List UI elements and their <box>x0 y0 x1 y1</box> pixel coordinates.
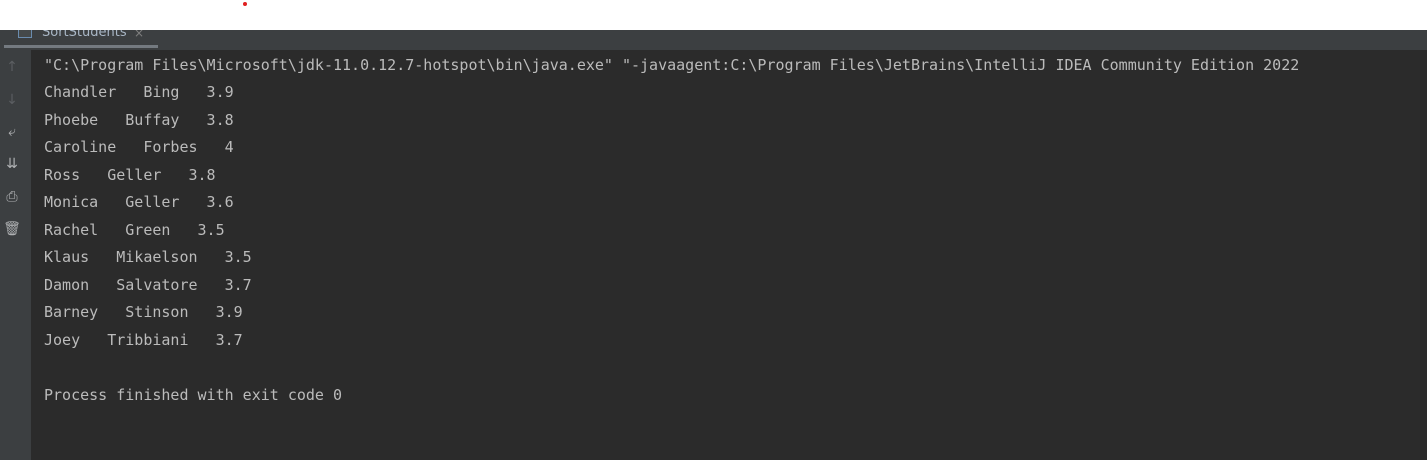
console-output[interactable]: "C:\Program Files\Microsoft\jdk-11.0.12.… <box>31 50 1427 460</box>
run-tab-bar: SortStudents × <box>0 30 1427 50</box>
console-output-line: Barney Stinson 3.9 <box>44 303 243 321</box>
console-icon <box>18 30 32 38</box>
run-tab-label: SortStudents <box>42 30 127 40</box>
console-output-line: Rachel Green 3.5 <box>44 221 225 239</box>
up-arrow-icon[interactable]: ↑ <box>3 58 21 76</box>
soft-wrap-icon[interactable]: ⤶ <box>3 123 21 141</box>
console-output-line: Damon Salvatore 3.7 <box>44 276 252 294</box>
down-arrow-icon[interactable]: ↓ <box>3 91 21 109</box>
console-toolbar: ↑ ↓ ⤶ ⇊ ⎙ 🗑 <box>0 50 31 460</box>
print-icon[interactable]: ⎙ <box>3 188 21 206</box>
trash-icon[interactable]: 🗑 <box>3 220 21 238</box>
process-exit-message: Process finished with exit code 0 <box>44 386 343 404</box>
console-command-line: "C:\Program Files\Microsoft\jdk-11.0.12.… <box>44 56 1300 74</box>
console-output-line: Caroline Forbes 4 <box>44 138 234 156</box>
window-top-strip <box>0 0 1427 30</box>
console-output-line: Chandler Bing 3.9 <box>44 83 234 101</box>
active-tab-indicator <box>4 45 158 48</box>
notification-dot <box>243 2 247 6</box>
console-output-line: Phoebe Buffay 3.8 <box>44 111 234 129</box>
console-output-line: Klaus Mikaelson 3.5 <box>44 248 252 266</box>
console-output-line: Ross Geller 3.8 <box>44 166 216 184</box>
run-tab[interactable]: SortStudents × <box>0 30 158 50</box>
close-icon[interactable]: × <box>134 30 144 40</box>
console-output-line: Joey Tribbiani 3.7 <box>44 331 243 349</box>
scroll-to-end-icon[interactable]: ⇊ <box>3 155 21 173</box>
console-output-line: Monica Geller 3.6 <box>44 193 234 211</box>
